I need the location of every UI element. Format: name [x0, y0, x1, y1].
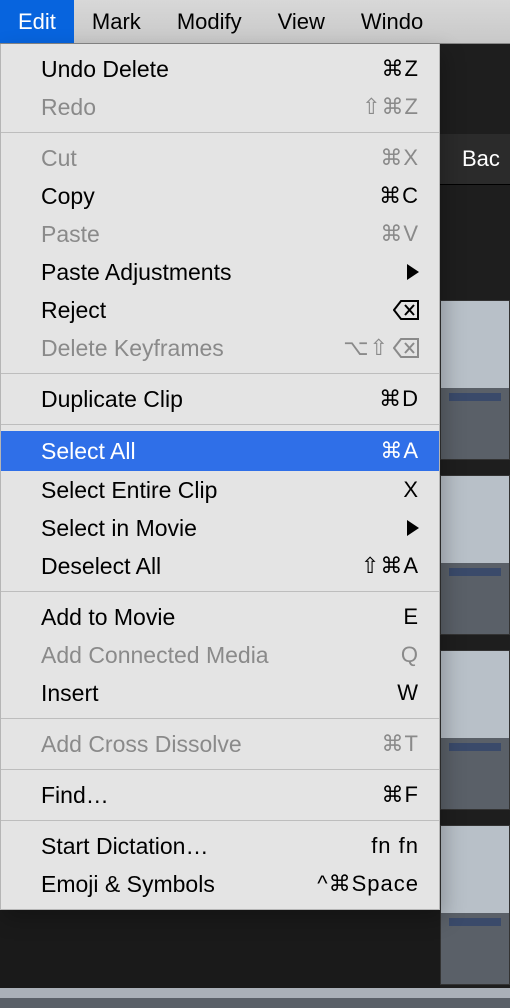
menu-separator	[1, 132, 439, 133]
menu-delete-keyframes: Delete Keyframes ⌥⇧	[1, 329, 439, 367]
menu-label: Delete Keyframes	[41, 335, 343, 362]
menu-shortcut: ⌘D	[379, 386, 419, 412]
menu-label: Select All	[41, 438, 380, 465]
menu-separator	[1, 769, 439, 770]
menu-shortcut: X	[403, 477, 419, 503]
menu-label: Redo	[41, 94, 362, 121]
menu-paste: Paste ⌘V	[1, 215, 439, 253]
clip-thumbnail[interactable]	[440, 825, 510, 985]
submenu-arrow-icon	[407, 264, 419, 280]
menu-insert[interactable]: Insert W	[1, 674, 439, 712]
menu-label: Paste Adjustments	[41, 259, 399, 286]
menu-add-cross-dissolve: Add Cross Dissolve ⌘T	[1, 725, 439, 763]
menu-shortcut: ⌘F	[382, 782, 419, 808]
menu-shortcut: ⌘A	[380, 438, 419, 464]
menu-label: Reject	[41, 297, 393, 324]
menu-select-entire-clip[interactable]: Select Entire Clip X	[1, 471, 439, 509]
menu-shortcut: ^⌘Space	[317, 871, 419, 897]
menubar-view[interactable]: View	[260, 0, 343, 43]
menu-separator	[1, 591, 439, 592]
menu-label: Deselect All	[41, 553, 361, 580]
menu-add-connected-media: Add Connected Media Q	[1, 636, 439, 674]
menu-label: Select Entire Clip	[41, 477, 403, 504]
menubar-modify[interactable]: Modify	[159, 0, 260, 43]
menu-label: Insert	[41, 680, 397, 707]
clip-thumbnail[interactable]	[0, 988, 510, 1008]
menu-label: Duplicate Clip	[41, 386, 379, 413]
menu-shortcut: ⌥⇧	[343, 335, 389, 361]
menu-label: Cut	[41, 145, 380, 172]
menu-label: Undo Delete	[41, 56, 382, 83]
menu-label: Select in Movie	[41, 515, 399, 542]
menu-shortcut: ⌘Z	[382, 56, 419, 82]
menu-deselect-all[interactable]: Deselect All ⇧⌘A	[1, 547, 439, 585]
back-tab[interactable]: Bac	[440, 134, 510, 185]
submenu-arrow-icon	[407, 520, 419, 536]
menu-shortcut: ⇧⌘Z	[362, 94, 419, 120]
menu-shortcut: ⇧⌘A	[361, 553, 419, 579]
menu-paste-adjustments[interactable]: Paste Adjustments	[1, 253, 439, 291]
menu-shortcut: Q	[401, 642, 419, 668]
menu-redo: Redo ⇧⌘Z	[1, 88, 439, 126]
menu-select-in-movie[interactable]: Select in Movie	[1, 509, 439, 547]
menu-label: Start Dictation…	[41, 833, 371, 860]
menu-reject[interactable]: Reject	[1, 291, 439, 329]
edit-menu-dropdown: Undo Delete ⌘Z Redo ⇧⌘Z Cut ⌘X Copy ⌘C P…	[0, 44, 440, 910]
menu-separator	[1, 424, 439, 425]
menu-label: Emoji & Symbols	[41, 871, 317, 898]
menu-select-all[interactable]: Select All ⌘A	[1, 431, 439, 471]
menu-label: Paste	[41, 221, 380, 248]
menu-label: Add Connected Media	[41, 642, 401, 669]
menu-add-to-movie[interactable]: Add to Movie E	[1, 598, 439, 636]
menu-label: Copy	[41, 183, 379, 210]
menu-separator	[1, 718, 439, 719]
menu-shortcut: fn fn	[371, 833, 419, 859]
menu-shortcut: ⌘T	[382, 731, 419, 757]
menu-shortcut: ⌘C	[379, 183, 419, 209]
menubar: Edit Mark Modify View Windo	[0, 0, 510, 44]
clip-thumbnail[interactable]	[440, 650, 510, 810]
menubar-mark[interactable]: Mark	[74, 0, 159, 43]
delete-back-icon	[393, 300, 419, 320]
menu-label: Find…	[41, 782, 382, 809]
menu-shortcut: ⌘V	[380, 221, 419, 247]
menu-separator	[1, 373, 439, 374]
menu-duplicate-clip[interactable]: Duplicate Clip ⌘D	[1, 380, 439, 418]
menu-cut: Cut ⌘X	[1, 139, 439, 177]
menu-shortcut: W	[397, 680, 419, 706]
delete-back-icon	[393, 338, 419, 358]
clip-thumbnail[interactable]	[440, 300, 510, 460]
menu-separator	[1, 820, 439, 821]
menu-undo-delete[interactable]: Undo Delete ⌘Z	[1, 50, 439, 88]
menu-emoji-symbols[interactable]: Emoji & Symbols ^⌘Space	[1, 865, 439, 903]
menu-start-dictation[interactable]: Start Dictation… fn fn	[1, 827, 439, 865]
menubar-window[interactable]: Windo	[343, 0, 441, 43]
menu-shortcut: ⌘X	[380, 145, 419, 171]
menu-copy[interactable]: Copy ⌘C	[1, 177, 439, 215]
menubar-edit[interactable]: Edit	[0, 0, 74, 43]
menu-find[interactable]: Find… ⌘F	[1, 776, 439, 814]
clip-thumbnail[interactable]	[440, 475, 510, 635]
menu-shortcut: E	[403, 604, 419, 630]
menu-label: Add to Movie	[41, 604, 403, 631]
menu-label: Add Cross Dissolve	[41, 731, 382, 758]
